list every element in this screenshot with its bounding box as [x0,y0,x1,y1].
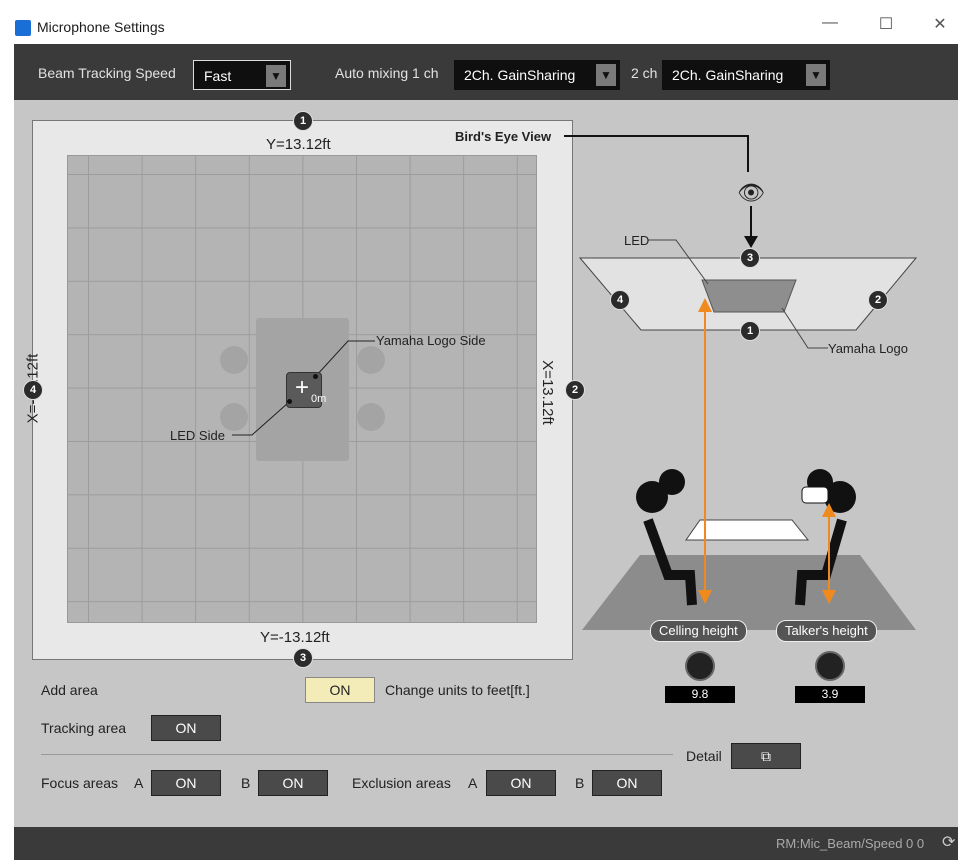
talker-height-label: Talker's height [776,620,877,642]
led-label: LED [624,233,650,248]
refresh-icon[interactable]: ⟳ [942,832,955,852]
exclusion-a-button[interactable]: ON [486,770,556,796]
diagram-badge-left: 4 [610,290,630,310]
focus-areas-label: Focus areas [41,775,119,791]
focus-a-label: A [134,775,144,791]
focus-a-button[interactable]: ON [151,770,221,796]
excl-a-label: A [468,775,478,791]
status-text: RM:Mic_Beam/Speed 0 0 [776,836,925,851]
status-bar: RM:Mic_Beam/Speed 0 0 ⟳ [14,827,958,860]
diagram-badge-right: 2 [868,290,888,310]
units-toggle-button[interactable]: ON [305,677,375,703]
diagram-badge-top: 3 [740,248,760,268]
focus-b-button[interactable]: ON [258,770,328,796]
birds-eye-label: Bird's Eye View [455,129,552,144]
external-link-icon: ⧉ [761,748,771,764]
tracking-area-button[interactable]: ON [151,715,221,741]
add-area-label: Add area [41,682,98,698]
divider [41,754,673,755]
exclusion-areas-label: Exclusion areas [352,775,451,791]
detail-label: Detail [686,748,722,764]
ceiling-height-knob[interactable] [685,651,715,681]
ceiling-height-label: Celling height [650,620,747,642]
excl-b-label: B [575,775,585,791]
ceiling-height-value: 9.8 [665,686,735,703]
talker-height-value: 3.9 [795,686,865,703]
eye-icon: 👁 [737,180,765,205]
detail-button[interactable]: ⧉ [731,743,801,769]
units-label: Change units to feet[ft.] [385,682,530,698]
tracking-area-label: Tracking area [41,720,127,736]
exclusion-b-button[interactable]: ON [592,770,662,796]
talker-height-knob[interactable] [815,651,845,681]
focus-b-label: B [241,775,251,791]
logo-label: Yamaha Logo [828,341,908,356]
diagram-badge-bottom: 1 [740,321,760,341]
